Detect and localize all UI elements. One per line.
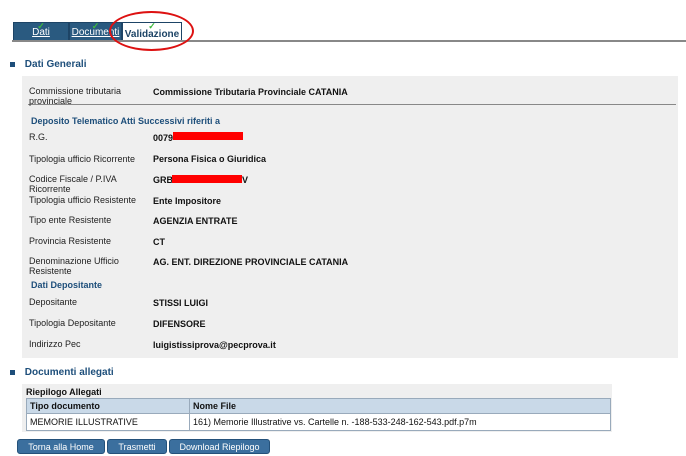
- cf-value-prefix: GRB: [153, 175, 173, 185]
- table-cell: MEMORIE ILLUSTRATIVE: [26, 413, 190, 431]
- rg-value: 0079: [153, 133, 174, 143]
- table-cell: 161) Memorie Illustrative vs. Cartelle n…: [189, 413, 611, 431]
- tipologia-depositante-label: Tipologia Depositante: [29, 318, 116, 328]
- tipo-ente-value: AGENZIA ENTRATE: [153, 216, 238, 226]
- column-header: Tipo documento: [26, 398, 190, 414]
- redaction-bar: [172, 175, 242, 183]
- tipologia-ricorrente-label: Tipologia ufficio Ricorrente: [29, 154, 136, 164]
- rg-label: R.G.: [29, 132, 48, 142]
- tipo-ente-label: Tipo ente Resistente: [29, 215, 112, 225]
- table-row: MEMORIE ILLUSTRATIVE 161) Memorie Illust…: [26, 413, 611, 431]
- annotation-ring: [109, 11, 194, 51]
- tipologia-depositante-value: DIFENSORE: [153, 319, 206, 329]
- home-button[interactable]: Torna alla Home: [17, 439, 105, 454]
- denominazione-value: AG. ENT. DIREZIONE PROVINCIALE CATANIA: [153, 257, 349, 267]
- deposito-title: Deposito Telematico Atti Successivi rife…: [31, 116, 221, 126]
- cf-label: Codice Fiscale / P.IVA Ricorrente: [29, 174, 117, 194]
- commissione-value: Commissione Tributaria Provinciale CATAN…: [153, 87, 348, 97]
- provincia-label: Provincia Resistente: [29, 236, 112, 246]
- allegati-table: Tipo documento Nome File MEMORIE ILLUSTR…: [26, 398, 611, 431]
- cf-value-suffix: V: [242, 175, 249, 185]
- section-dati-generali: Dati Generali: [10, 59, 87, 70]
- provincia-value: CT: [153, 237, 165, 247]
- denominazione-label: Denominazione Ufficio Resistente: [29, 256, 119, 276]
- column-header: Nome File: [189, 398, 611, 414]
- pec-label: Indirizzo Pec: [29, 339, 81, 349]
- redaction-bar: [173, 132, 243, 140]
- tab-dati[interactable]: ✓ Dati: [13, 21, 69, 41]
- dati-depositante-title: Dati Depositante: [31, 280, 103, 290]
- section-title: Documenti allegati: [24, 367, 114, 378]
- commissione-label: Commissione tributaria provinciale: [29, 86, 122, 106]
- trasmetti-button[interactable]: Trasmetti: [107, 439, 167, 454]
- section-title: Dati Generali: [24, 59, 87, 70]
- tipologia-resistente-value: Ente Impositore: [153, 196, 222, 206]
- check-icon: ✓: [37, 21, 45, 31]
- table-header-row: Tipo documento Nome File: [26, 398, 611, 414]
- tipologia-resistente-label: Tipologia ufficio Resistente: [29, 195, 137, 205]
- download-riepilogo-button[interactable]: Download Riepilogo: [169, 439, 270, 454]
- depositante-label: Depositante: [29, 297, 78, 307]
- tipologia-ricorrente-value: Persona Fisica o Giuridica: [153, 154, 267, 164]
- check-icon: ✓: [91, 21, 100, 31]
- section-documenti-allegati: Documenti allegati: [10, 367, 114, 378]
- depositante-value: STISSI LUIGI: [153, 298, 209, 308]
- pec-value: luigistissiprova@pecprova.it: [153, 340, 276, 350]
- riepilogo-title: Riepilogo Allegati: [26, 387, 102, 397]
